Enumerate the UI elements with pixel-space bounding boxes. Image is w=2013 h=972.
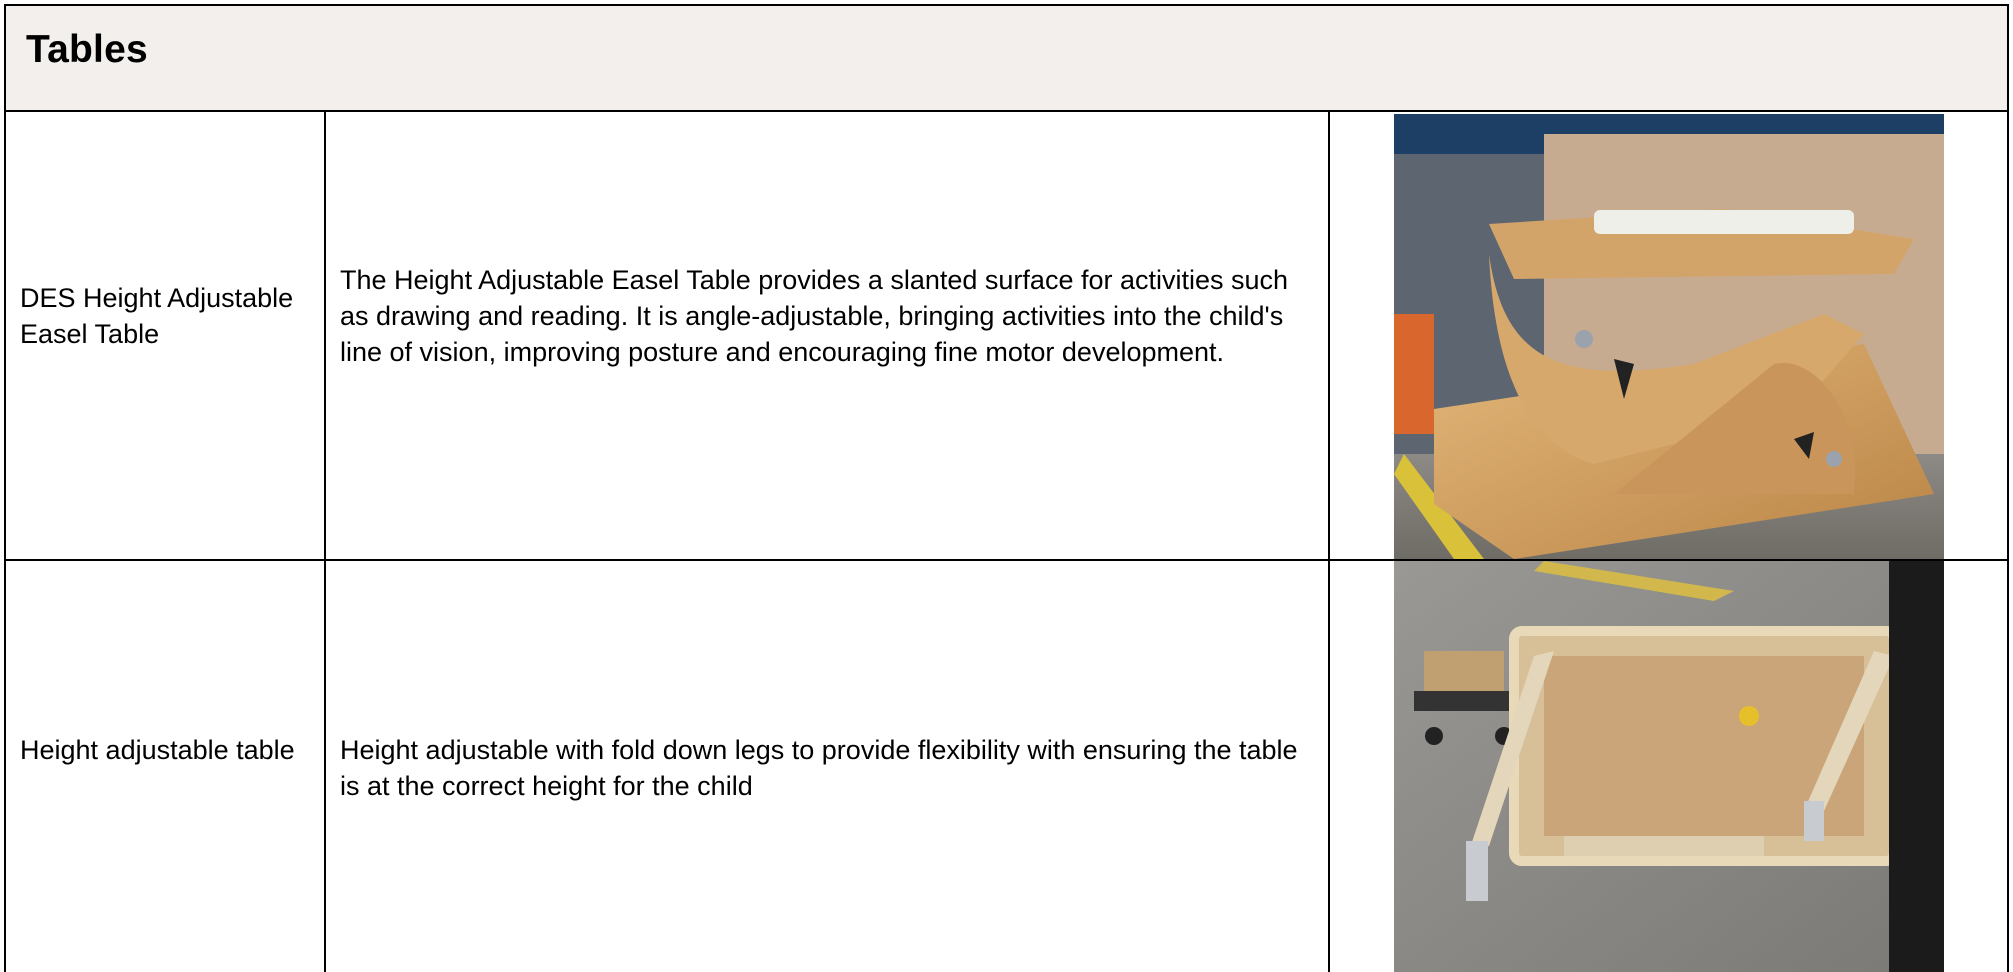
product-description: The Height Adjustable Easel Table provid… bbox=[340, 265, 1289, 367]
easel-table-photo bbox=[1394, 114, 1944, 559]
product-name: Height adjustable table bbox=[20, 735, 295, 765]
table-border-left bbox=[4, 112, 6, 972]
column-divider bbox=[1328, 112, 1330, 972]
column-divider bbox=[324, 112, 326, 972]
product-description: Height adjustable with fold down legs to… bbox=[340, 735, 1298, 801]
easel-table-image bbox=[1394, 114, 1944, 559]
section-header: Tables bbox=[4, 4, 2009, 112]
section-title: Tables bbox=[26, 28, 148, 71]
folding-table-image bbox=[1394, 561, 1944, 972]
document-page: Tables DES Height Adjustable Easel Table… bbox=[0, 0, 2013, 972]
folding-table-photo bbox=[1394, 561, 1944, 972]
product-name: DES Height Adjustable Easel Table bbox=[20, 283, 294, 349]
product-table: DES Height Adjustable Easel Table The He… bbox=[4, 112, 2009, 972]
table-border-right bbox=[2007, 112, 2009, 972]
